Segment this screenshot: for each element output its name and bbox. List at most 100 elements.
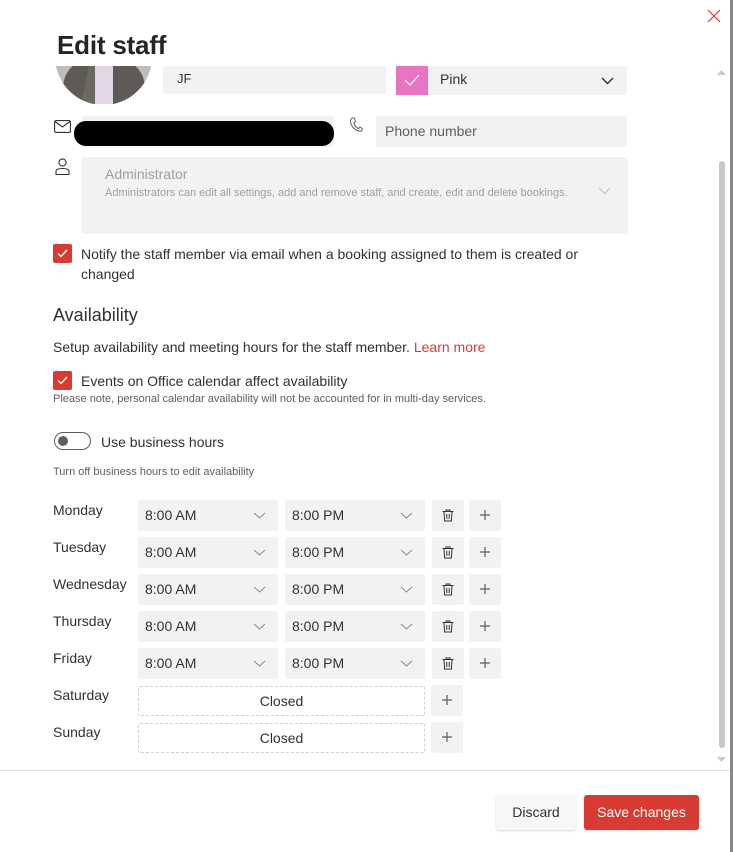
end-time-select[interactable]: 8:00 PM	[285, 611, 425, 642]
chevron-down-icon	[601, 77, 614, 85]
notify-label: Notify the staff member via email when a…	[81, 246, 578, 282]
business-hours-hint: Turn off business hours to edit availabi…	[53, 466, 255, 478]
footer-divider	[0, 770, 730, 771]
color-select[interactable]: Pink	[396, 66, 627, 95]
day-label-thursday: Thursday	[53, 613, 112, 629]
avatar[interactable]	[55, 66, 152, 104]
closed-slot[interactable]: Closed	[138, 686, 425, 716]
check-icon	[57, 249, 68, 258]
chevron-down-icon	[400, 586, 413, 593]
plus-icon	[480, 621, 490, 631]
trash-icon	[442, 546, 454, 559]
chevron-down-icon	[253, 660, 266, 667]
add-hours-button[interactable]	[431, 722, 463, 753]
day-label-saturday: Saturday	[53, 687, 110, 703]
availability-description-text: Setup availability and meeting hours for…	[53, 339, 410, 355]
chevron-down-icon	[400, 660, 413, 667]
chevron-down-icon	[253, 586, 266, 593]
start-time-value: 8:00 AM	[145, 655, 197, 671]
end-time-select[interactable]: 8:00 PM	[285, 500, 425, 531]
business-hours-toggle[interactable]	[54, 432, 91, 450]
end-time-value: 8:00 PM	[292, 655, 345, 671]
plus-icon	[480, 510, 490, 520]
dialog-title: Edit staff	[57, 30, 167, 60]
email-redaction	[74, 121, 334, 146]
closed-slot[interactable]: Closed	[138, 723, 425, 753]
chevron-down-icon	[253, 549, 266, 556]
chevron-down-icon	[253, 623, 266, 630]
mail-icon	[54, 120, 71, 133]
day-label-wednesday: Wednesday	[53, 576, 127, 592]
chevron-down-icon	[400, 623, 413, 630]
add-hours-button[interactable]	[469, 648, 501, 679]
chevron-down-icon	[400, 512, 413, 519]
end-time-value: 8:00 PM	[292, 618, 345, 634]
start-time-select[interactable]: 8:00 AM	[138, 537, 278, 568]
start-time-select[interactable]: 8:00 AM	[138, 574, 278, 605]
check-icon	[404, 74, 420, 86]
trash-icon	[442, 657, 454, 670]
start-time-value: 8:00 AM	[145, 544, 197, 560]
plus-icon	[480, 658, 490, 668]
chevron-down-icon	[598, 187, 611, 195]
day-label-sunday: Sunday	[53, 724, 101, 740]
save-changes-button[interactable]: Save changes	[584, 795, 699, 830]
end-time-select[interactable]: 8:00 PM	[285, 537, 425, 568]
office-calendar-checkbox[interactable]	[53, 371, 72, 390]
day-label-tuesday: Tuesday	[53, 539, 107, 555]
trash-icon	[442, 583, 454, 596]
check-icon	[57, 376, 68, 385]
close-button[interactable]	[705, 7, 723, 25]
office-calendar-note: Please note, personal calendar availabil…	[53, 393, 486, 405]
availability-title: Availability	[53, 305, 138, 325]
start-time-select[interactable]: 8:00 AM	[138, 611, 278, 642]
learn-more-link[interactable]: Learn more	[414, 339, 486, 355]
add-hours-button[interactable]	[469, 537, 501, 568]
discard-button[interactable]: Discard	[496, 795, 576, 830]
scroll-up-arrow-icon[interactable]	[717, 70, 726, 75]
end-time-value: 8:00 PM	[292, 544, 345, 560]
phone-number-input[interactable]: Phone number	[376, 116, 627, 147]
end-time-select[interactable]: 8:00 PM	[285, 648, 425, 679]
plus-icon	[442, 695, 452, 705]
start-time-value: 8:00 AM	[145, 507, 197, 523]
trash-icon	[442, 509, 454, 522]
day-label-friday: Friday	[53, 650, 92, 666]
add-hours-button[interactable]	[469, 611, 501, 642]
person-icon	[55, 158, 70, 176]
color-swatch	[396, 66, 428, 95]
role-select[interactable]: Administrator Administrators can edit al…	[82, 157, 627, 232]
scroll-down-arrow-icon[interactable]	[717, 757, 726, 762]
trash-icon	[442, 620, 454, 633]
scrollbar-thumb[interactable]	[719, 161, 725, 748]
chevron-down-icon	[253, 512, 266, 519]
availability-description: Setup availability and meeting hours for…	[53, 339, 485, 355]
delete-hours-button[interactable]	[432, 611, 464, 642]
add-hours-button[interactable]	[469, 574, 501, 605]
delete-hours-button[interactable]	[432, 574, 464, 605]
role-description: Administrators can edit all settings, ad…	[105, 187, 568, 199]
add-hours-button[interactable]	[431, 685, 463, 716]
end-time-select[interactable]: 8:00 PM	[285, 574, 425, 605]
plus-icon	[442, 732, 452, 742]
office-calendar-label: Events on Office calendar affect availab…	[81, 373, 348, 389]
start-time-value: 8:00 AM	[145, 581, 197, 597]
color-label: Pink	[440, 71, 468, 87]
role-title: Administrator	[105, 166, 188, 182]
close-icon	[707, 9, 721, 23]
phone-icon	[349, 117, 363, 132]
end-time-value: 8:00 PM	[292, 581, 345, 597]
start-time-select[interactable]: 8:00 AM	[138, 648, 278, 679]
plus-icon	[480, 584, 490, 594]
delete-hours-button[interactable]	[432, 537, 464, 568]
day-label-monday: Monday	[53, 502, 103, 518]
notify-checkbox[interactable]	[53, 244, 72, 263]
delete-hours-button[interactable]	[432, 648, 464, 679]
business-hours-label: Use business hours	[101, 434, 224, 450]
name-field[interactable]: JF	[163, 66, 386, 94]
delete-hours-button[interactable]	[432, 500, 464, 531]
start-time-select[interactable]: 8:00 AM	[138, 500, 278, 531]
plus-icon	[480, 547, 490, 557]
add-hours-button[interactable]	[469, 500, 501, 531]
end-time-value: 8:00 PM	[292, 507, 345, 523]
